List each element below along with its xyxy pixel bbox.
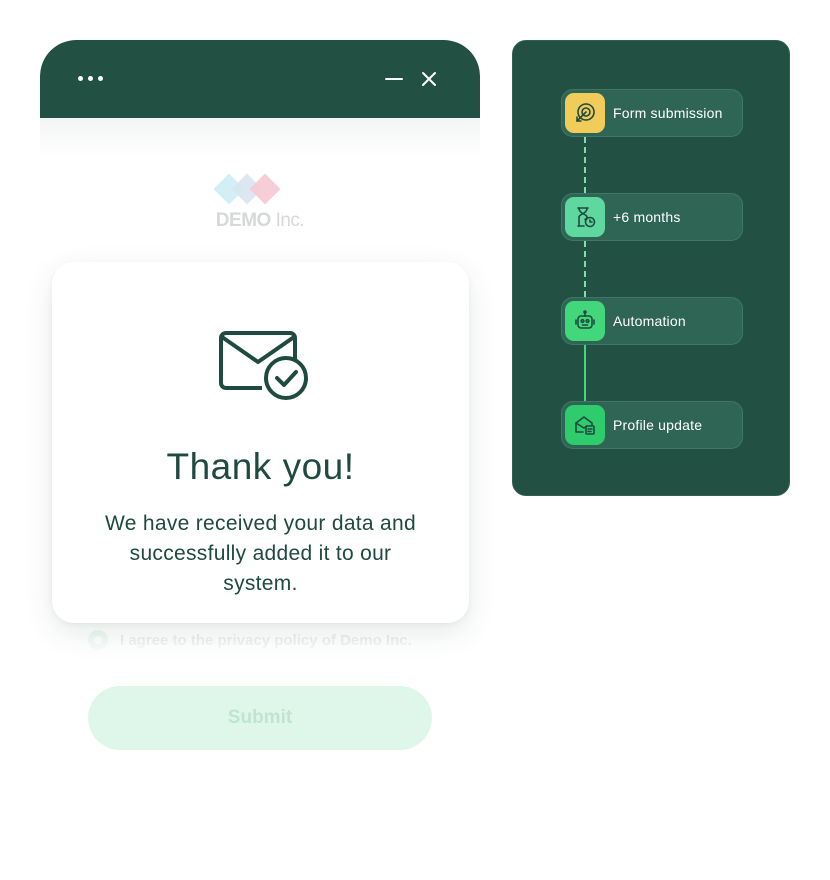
profile-update-icon	[565, 405, 605, 445]
workflow-step-delay[interactable]: +6 months	[561, 193, 743, 241]
privacy-consent-label: I agree to the privacy policy of Demo In…	[120, 631, 412, 649]
thank-you-title: Thank you!	[166, 446, 355, 487]
logo-wordmark: DEMO Inc.	[40, 210, 480, 232]
privacy-consent-checkbox[interactable]	[88, 630, 108, 650]
thank-you-card: Thank you! We have received your data an…	[52, 262, 469, 623]
form-submission-icon	[565, 93, 605, 133]
workflow-step-label: Form submission	[613, 105, 723, 121]
logo-brand: DEMO	[215, 210, 272, 231]
workflow-panel: Form submission +6 months Automation Pro…	[512, 40, 790, 496]
logo-suffix: Inc.	[275, 210, 305, 231]
workflow-step-form-submission[interactable]: Form submission	[561, 89, 743, 137]
connector-dashed	[584, 137, 586, 193]
close-icon[interactable]	[418, 68, 440, 90]
widget-titlebar	[40, 40, 480, 118]
more-options-icon[interactable]	[76, 74, 105, 83]
workflow-step-profile-update[interactable]: Profile update	[561, 401, 743, 449]
privacy-consent: I agree to the privacy policy of Demo In…	[88, 630, 412, 650]
submit-button[interactable]: Submit	[88, 686, 432, 750]
hourglass-timer-icon	[565, 197, 605, 237]
workflow-step-label: +6 months	[613, 209, 681, 225]
workflow-step-automation[interactable]: Automation	[561, 297, 743, 345]
workflow-step-label: Automation	[613, 313, 686, 329]
connector-dashed	[584, 241, 586, 297]
robot-icon	[565, 301, 605, 341]
minimize-icon[interactable]	[383, 68, 405, 90]
mail-check-icon	[219, 331, 308, 400]
workflow-step-label: Profile update	[613, 417, 703, 433]
thank-you-message: We have received your data and successfu…	[105, 512, 416, 595]
connector-solid	[584, 345, 586, 401]
